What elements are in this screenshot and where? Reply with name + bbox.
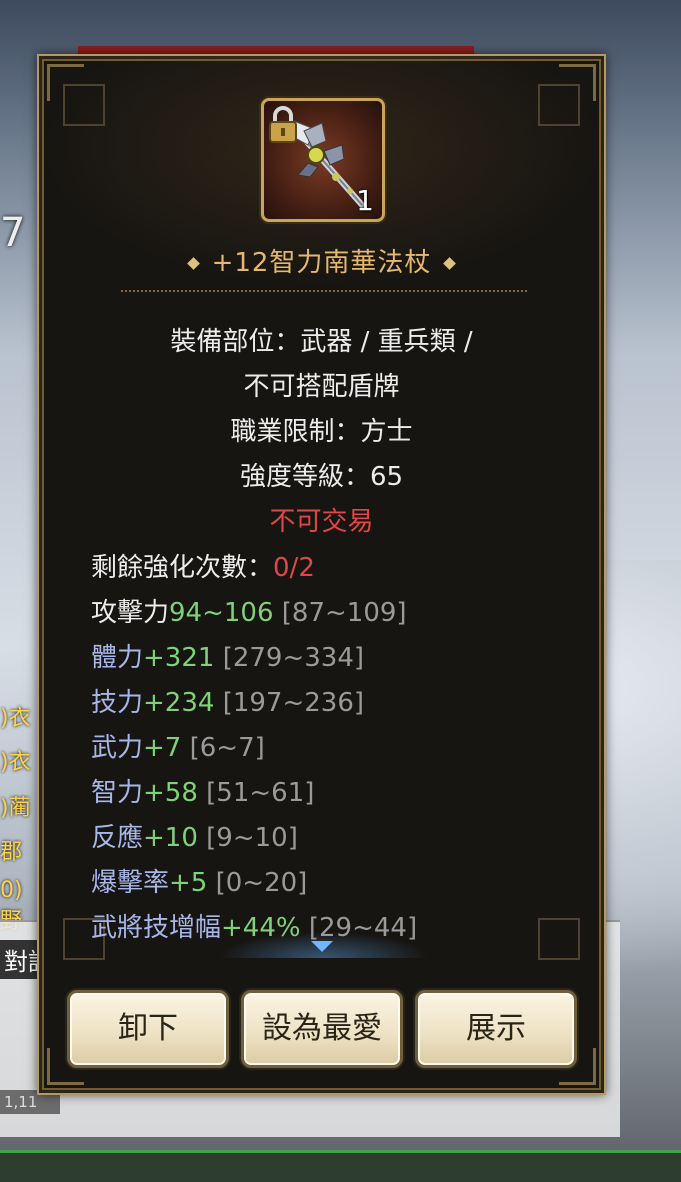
stat-value: +58 (143, 778, 198, 808)
stat-value: +10 (143, 823, 198, 853)
chat-fragment: )衣 (0, 750, 31, 775)
lock-icon (269, 106, 297, 143)
stat-label: 武力 (91, 733, 144, 763)
strength-level-line: 強度等級：65 (239, 462, 404, 492)
stat-value: +7 (143, 733, 182, 763)
stat-range: [279~334] (222, 643, 365, 673)
background-bottom-bar (0, 1150, 681, 1182)
item-count: 1 (356, 184, 374, 217)
trade-status: 不可交易 (269, 507, 374, 537)
stat-row-reaction: 反應+10 [9~10] (91, 816, 417, 861)
stat-label: 反應 (91, 823, 144, 853)
fret-ornament (538, 84, 580, 126)
show-button[interactable]: 展示 (415, 990, 577, 1068)
diamond-icon (443, 257, 457, 270)
stat-row-skill-power: 技力+234 [197~236] (91, 681, 417, 726)
chat-fragment: )衣 (0, 706, 31, 731)
stat-label: 攻擊力 (91, 598, 170, 628)
stat-label: 技力 (91, 688, 144, 718)
stat-range: [87~109] (281, 598, 407, 628)
diamond-icon (186, 257, 200, 270)
stats-list: 剩餘強化次數：0/2 攻擊力94~106 [87~109] 體力+321 [27… (91, 546, 417, 951)
stat-range: [197~236] (222, 688, 365, 718)
stat-value: +234 (143, 688, 215, 718)
stat-row-stamina: 體力+321 [279~334] (91, 636, 417, 681)
stat-row-attack: 攻擊力94~106 [87~109] (91, 591, 417, 636)
stat-value: 94~106 (169, 598, 274, 628)
enhance-value: 0/2 (273, 553, 315, 583)
chat-fragment: 郡 (0, 840, 23, 865)
fret-ornament (63, 84, 105, 126)
stat-range: [51~61] (206, 778, 315, 808)
chevron-down-icon[interactable] (311, 941, 333, 952)
background-chat-log: )衣 )衣 )蔺 郡 0)野 (0, 700, 40, 934)
equip-slot-line: 裝備部位：武器 / 重兵類 / (170, 327, 473, 357)
stat-range: [6~7] (189, 733, 265, 763)
stat-label: 體力 (91, 643, 144, 673)
item-icon-slot[interactable]: 1 (261, 98, 385, 222)
set-favorite-button[interactable]: 設為最愛 (241, 990, 403, 1068)
stat-label: 智力 (91, 778, 144, 808)
item-detail-panel: 1 +12智力南華法杖 裝備部位：武器 / 重兵類 / 不可搭配盾牌 職業限制：… (37, 54, 606, 1095)
unequip-button[interactable]: 卸下 (67, 990, 229, 1068)
stat-row-crit-rate: 爆擊率+5 [0~20] (91, 861, 417, 906)
stat-range: [9~10] (206, 823, 298, 853)
enhance-count-row: 剩餘強化次數：0/2 (91, 546, 417, 591)
stat-value: +5 (169, 868, 208, 898)
enhance-label: 剩餘強化次數： (91, 553, 274, 583)
item-name-row: +12智力南華法杖 (39, 242, 604, 279)
class-restriction-line: 職業限制：方士 (230, 417, 413, 447)
stat-range: [0~20] (215, 868, 308, 898)
chat-fragment: )蔺 (0, 796, 31, 821)
separator (121, 290, 527, 292)
stat-row-strength: 武力+7 [6~7] (91, 726, 417, 771)
stat-label: 爆擊率 (91, 868, 170, 898)
stat-row-intelligence: 智力+58 [51~61] (91, 771, 417, 816)
shield-restriction-line: 不可搭配盾牌 (243, 372, 400, 402)
item-name: +12智力南華法杖 (211, 248, 432, 278)
stat-value: +321 (143, 643, 215, 673)
item-info: 裝備部位：武器 / 重兵類 / 不可搭配盾牌 職業限制：方士 強度等級：65 不… (39, 320, 604, 545)
background-number: 7 (0, 210, 26, 256)
stat-label: 武將技增幅 (91, 913, 222, 943)
fret-ornament (538, 918, 580, 960)
